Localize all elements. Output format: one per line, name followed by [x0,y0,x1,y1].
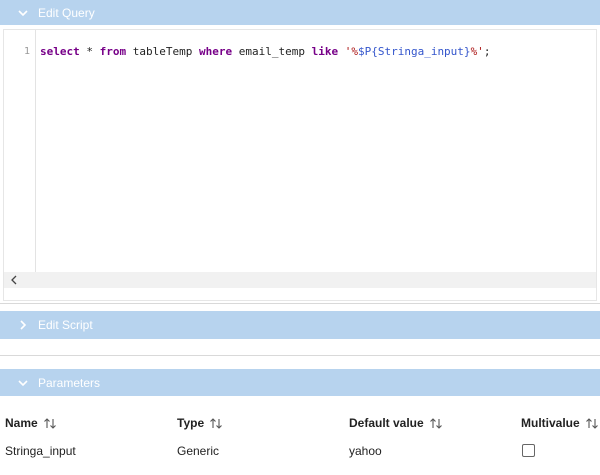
column-header-multivalue[interactable]: Multivalue [521,416,599,430]
string-open: '% [344,45,358,58]
sort-icon[interactable] [429,417,443,430]
horizontal-scrollbar[interactable] [4,272,596,288]
line-number-gutter: 1 [4,30,36,286]
cell-multivalue [521,444,535,457]
chevron-down-icon [16,6,30,20]
keyword-like: like [311,45,339,58]
parameters-table: Name Type Default value Multivalue Strin… [0,412,600,460]
keyword-where: where [198,45,233,58]
cell-default-value: yahoo [349,444,382,458]
edit-script-header[interactable]: Edit Script [0,311,600,339]
column-header-name[interactable]: Name [5,416,57,430]
sort-icon[interactable] [43,417,57,430]
cell-name: Stringa_input [5,444,76,458]
chevron-right-icon [16,318,30,332]
column-header-default-value[interactable]: Default value [349,416,443,430]
chevron-down-icon [16,376,30,390]
sort-icon[interactable] [209,417,223,430]
code-text: tableTemp [126,45,199,58]
parameters-header[interactable]: Parameters [0,369,600,396]
section-divider [0,355,600,356]
parameters-title: Parameters [38,375,101,390]
edit-query-title: Edit Query [38,5,95,20]
sort-icon[interactable] [585,417,599,430]
table-header-row: Name Type Default value Multivalue [0,412,600,436]
column-header-type[interactable]: Type [177,416,223,430]
table-row[interactable]: Stringa_input Generic yahoo [0,440,600,464]
parameter-placeholder: $P{Stringa_input} [357,45,471,58]
query-editor[interactable]: 1 select * from tableTemp where email_te… [3,29,597,301]
string-close: %' [470,45,484,58]
edit-script-title: Edit Script [38,318,93,332]
code-line[interactable]: select * from tableTemp where email_temp… [40,45,490,58]
edit-query-header[interactable]: Edit Query [0,0,600,25]
semicolon: ; [483,45,491,58]
keyword-from: from [99,45,127,58]
keyword-select: select [40,45,80,58]
line-number: 1 [23,46,30,57]
section-divider [0,303,600,304]
cell-type: Generic [177,444,220,458]
code-text: * [79,45,100,58]
scroll-left-icon[interactable] [9,275,19,285]
code-text: email_temp [232,45,312,58]
multivalue-checkbox[interactable] [522,444,535,457]
